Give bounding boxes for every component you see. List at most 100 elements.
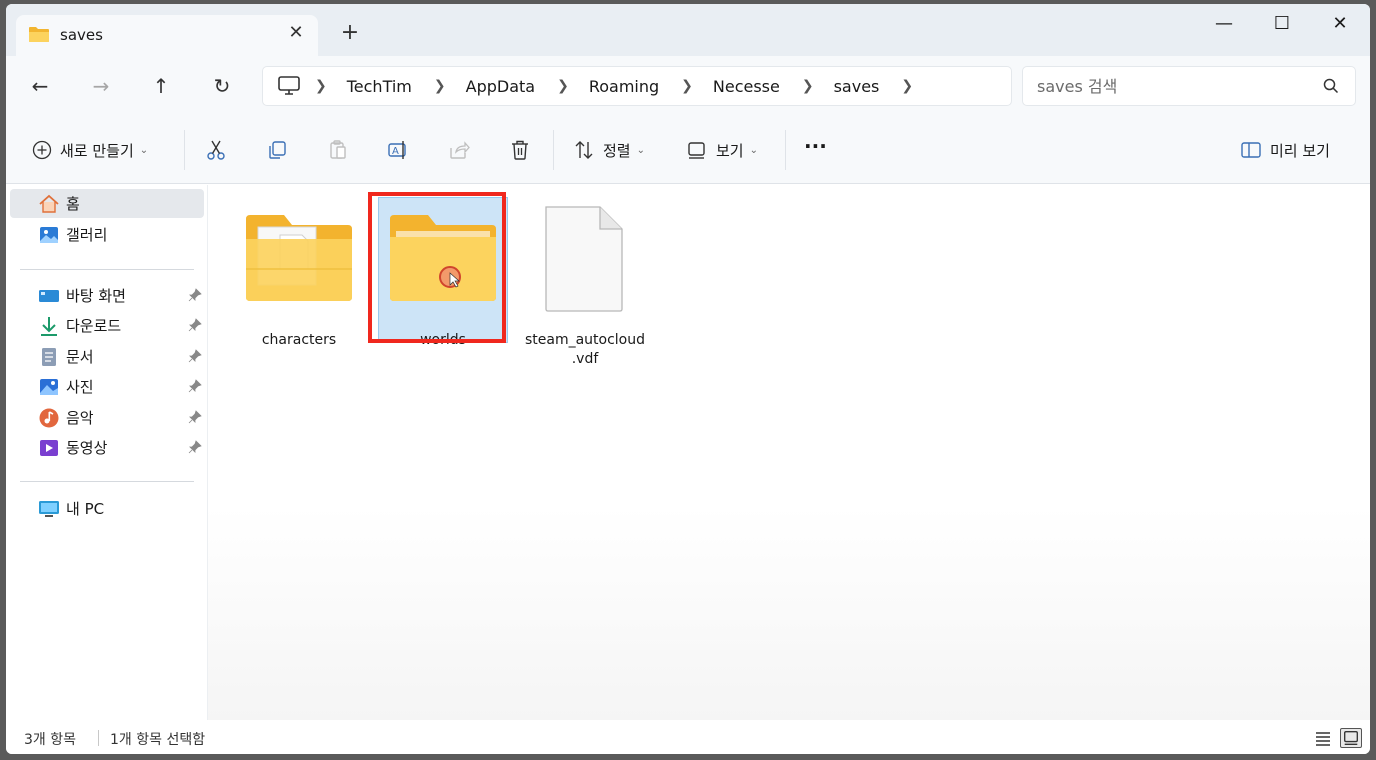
divider bbox=[98, 730, 99, 746]
share-button[interactable] bbox=[448, 138, 470, 162]
divider bbox=[20, 269, 194, 270]
title-bar: saves ✕ + — ☐ ✕ bbox=[6, 4, 1370, 56]
sidebar-item-downloads[interactable]: 다운로드 bbox=[10, 311, 204, 340]
pin-icon[interactable] bbox=[188, 318, 202, 332]
this-pc-icon bbox=[39, 500, 59, 517]
search-box[interactable] bbox=[1022, 66, 1356, 106]
navigation-pane: 홈 갤러리 바탕 화면 다운로드 문서 사진 음악 동영상 내 PC bbox=[6, 185, 208, 720]
paste-button[interactable] bbox=[327, 138, 349, 162]
new-label: 새로 만들기 bbox=[60, 141, 134, 160]
chevron-right-icon[interactable]: ❯ bbox=[315, 78, 327, 94]
pin-icon[interactable] bbox=[188, 349, 202, 363]
breadcrumb-item[interactable]: Necesse bbox=[713, 77, 780, 96]
file-name: characters bbox=[261, 332, 337, 348]
sidebar-item-label: 동영상 bbox=[66, 439, 108, 457]
more-options-button[interactable]: ··· bbox=[804, 134, 827, 158]
up-button[interactable]: ↑ bbox=[147, 72, 175, 100]
sidebar-item-videos[interactable]: 동영상 bbox=[10, 433, 204, 462]
breadcrumb-item[interactable]: Roaming bbox=[589, 77, 659, 96]
sidebar-item-this-pc[interactable]: 내 PC bbox=[10, 494, 204, 523]
view-icon bbox=[688, 142, 705, 159]
minimize-button[interactable]: — bbox=[1204, 12, 1244, 36]
chevron-right-icon[interactable]: ❯ bbox=[802, 78, 814, 94]
file-item-steam-autocloud[interactable]: steam_autocloud .vdf bbox=[520, 197, 650, 367]
file-name: steam_autocloud .vdf bbox=[524, 332, 646, 367]
file-icon bbox=[545, 206, 623, 312]
copy-icon bbox=[269, 141, 286, 159]
refresh-button[interactable]: ↻ bbox=[208, 72, 236, 100]
sidebar-item-label: 갤러리 bbox=[66, 226, 108, 244]
sort-button[interactable]: 정렬 ⌄ bbox=[573, 138, 645, 162]
forward-button[interactable]: → bbox=[87, 72, 115, 100]
trash-icon bbox=[512, 140, 528, 160]
breadcrumb-item[interactable]: saves bbox=[834, 77, 880, 96]
chevron-right-icon[interactable]: ❯ bbox=[557, 78, 569, 94]
divider bbox=[785, 130, 786, 170]
paste-icon bbox=[330, 140, 346, 159]
address-bar[interactable]: ❯ TechTim ❯ AppData ❯ Roaming ❯ Necesse … bbox=[262, 66, 1012, 106]
search-input[interactable] bbox=[1037, 73, 1307, 99]
search-icon[interactable] bbox=[1323, 78, 1339, 94]
tab-close-icon[interactable]: ✕ bbox=[284, 21, 308, 45]
sidebar-item-desktop[interactable]: 바탕 화면 bbox=[10, 281, 204, 310]
breadcrumb-item[interactable]: AppData bbox=[466, 77, 535, 96]
breadcrumb-item[interactable]: TechTim bbox=[347, 77, 412, 96]
preview-pane-button[interactable]: 미리 보기 bbox=[1240, 138, 1330, 162]
rename-icon: A bbox=[388, 141, 406, 159]
home-icon bbox=[39, 194, 59, 213]
delete-button[interactable] bbox=[509, 138, 531, 162]
view-button[interactable]: 보기 ⌄ bbox=[686, 138, 758, 162]
large-icons-view-icon[interactable] bbox=[1340, 728, 1362, 748]
pin-icon[interactable] bbox=[188, 410, 202, 424]
chevron-right-icon[interactable]: ❯ bbox=[681, 78, 693, 94]
sidebar-item-label: 홈 bbox=[66, 195, 80, 213]
sort-icon bbox=[575, 141, 593, 159]
chevron-right-icon[interactable]: ❯ bbox=[434, 78, 446, 94]
details-view-icon[interactable] bbox=[1312, 728, 1334, 748]
download-icon bbox=[41, 316, 57, 336]
add-circle-icon bbox=[32, 140, 52, 160]
highlight-box bbox=[368, 192, 506, 343]
pin-icon[interactable] bbox=[188, 288, 202, 302]
sidebar-item-gallery[interactable]: 갤러리 bbox=[10, 220, 204, 249]
chevron-down-icon: ⌄ bbox=[749, 144, 758, 156]
status-bar: 3개 항목 1개 항목 선택함 bbox=[6, 720, 1370, 754]
chevron-down-icon: ⌄ bbox=[636, 144, 645, 156]
folder-icon bbox=[246, 215, 352, 301]
svg-text:A: A bbox=[392, 146, 399, 157]
pin-icon[interactable] bbox=[188, 440, 202, 454]
close-window-button[interactable]: ✕ bbox=[1320, 12, 1360, 36]
cut-button[interactable] bbox=[205, 138, 227, 162]
folder-item-characters[interactable]: characters bbox=[234, 197, 364, 357]
sidebar-item-music[interactable]: 음악 bbox=[10, 403, 204, 432]
divider bbox=[184, 130, 185, 170]
sidebar-item-pictures[interactable]: 사진 bbox=[10, 372, 204, 401]
sidebar-item-label: 바탕 화면 bbox=[66, 287, 126, 305]
scissors-icon bbox=[207, 140, 225, 160]
selected-count: 1개 항목 선택함 bbox=[110, 732, 206, 748]
copy-button[interactable] bbox=[266, 138, 288, 162]
sort-label: 정렬 bbox=[603, 141, 631, 160]
document-icon bbox=[42, 347, 56, 366]
sidebar-item-label: 내 PC bbox=[66, 500, 105, 518]
divider bbox=[20, 481, 194, 482]
chevron-right-icon[interactable]: ❯ bbox=[901, 78, 913, 94]
chevron-down-icon: ⌄ bbox=[139, 144, 149, 156]
navigation-bar: ← → ↑ ↻ ❯ TechTim ❯ AppData ❯ Roaming ❯ … bbox=[6, 56, 1370, 114]
rename-button[interactable]: A bbox=[387, 138, 409, 162]
back-button[interactable]: ← bbox=[26, 72, 54, 100]
computer-icon bbox=[278, 76, 300, 95]
folder-icon bbox=[29, 27, 49, 42]
tab-title: saves bbox=[60, 26, 103, 44]
divider bbox=[553, 130, 554, 170]
view-label: 보기 bbox=[716, 141, 744, 160]
pin-icon[interactable] bbox=[188, 379, 202, 393]
new-button[interactable]: 새로 만들기 ⌄ bbox=[32, 138, 148, 162]
item-count: 3개 항목 bbox=[24, 732, 76, 748]
file-explorer-window: saves ✕ + — ☐ ✕ ← → ↑ ↻ ❯ TechTim ❯ AppD… bbox=[6, 4, 1370, 754]
new-tab-button[interactable]: + bbox=[337, 20, 363, 46]
sidebar-item-home[interactable]: 홈 bbox=[10, 189, 204, 218]
tab-saves[interactable]: saves ✕ bbox=[16, 15, 318, 56]
sidebar-item-documents[interactable]: 문서 bbox=[10, 342, 204, 371]
maximize-button[interactable]: ☐ bbox=[1262, 12, 1302, 36]
